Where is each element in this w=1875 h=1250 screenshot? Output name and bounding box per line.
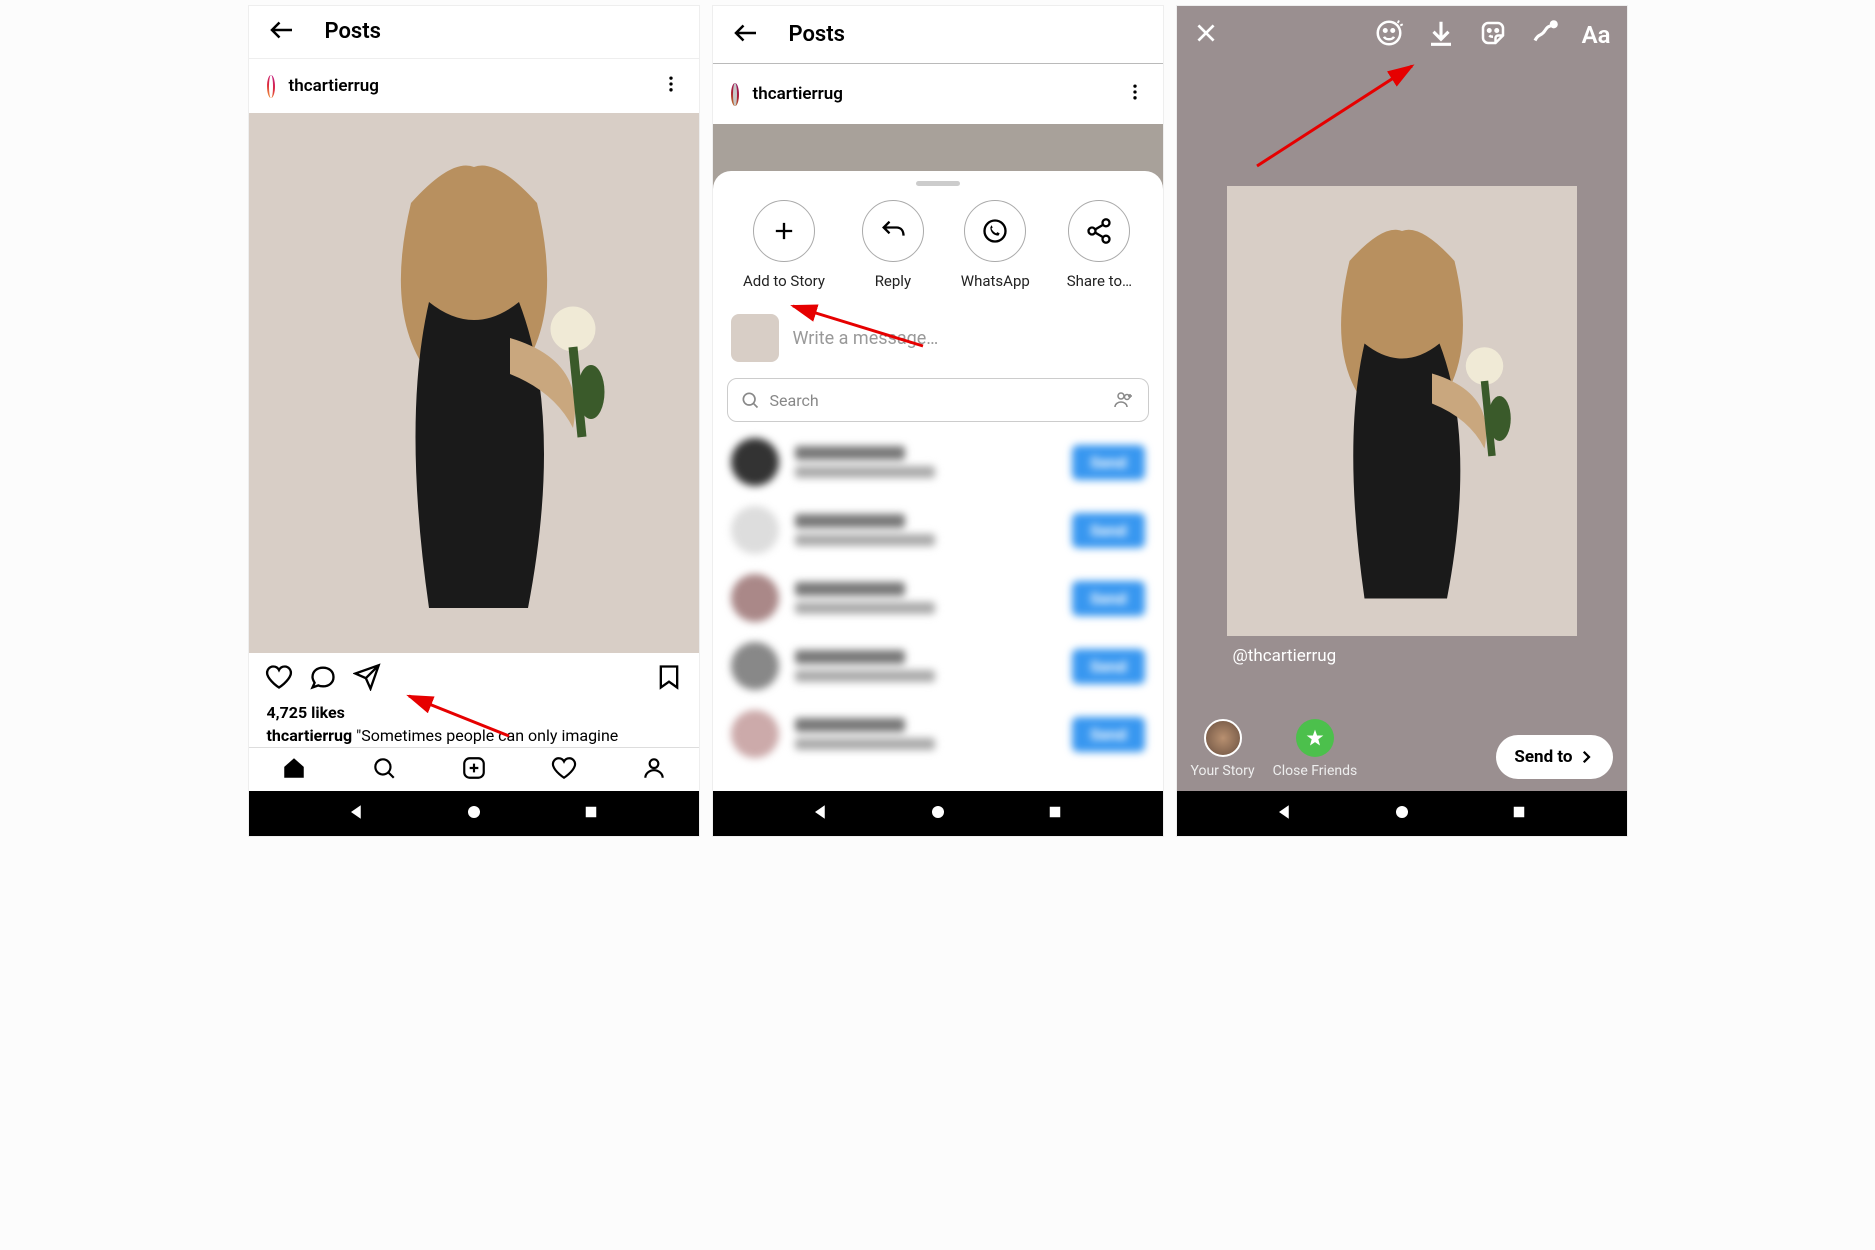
- search-input[interactable]: Search: [727, 378, 1149, 422]
- send-to-label: Send to: [1514, 747, 1572, 767]
- contacts-list: Send Send Send Send Send: [713, 422, 1163, 791]
- avatar[interactable]: [267, 75, 275, 98]
- caption-username[interactable]: thcartierrug: [267, 726, 353, 745]
- avatar: [731, 83, 739, 106]
- story-mention-tag[interactable]: @thcartierrug: [1233, 646, 1337, 666]
- share-icon[interactable]: [353, 663, 381, 695]
- reply-label: Reply: [875, 272, 911, 290]
- screen-share-sheet: Posts thcartierrug Add to Story Reply Wh…: [713, 6, 1163, 836]
- more-icon[interactable]: [661, 74, 681, 98]
- sheet-handle[interactable]: [916, 181, 960, 186]
- effects-icon[interactable]: [1374, 18, 1404, 52]
- send-to-button[interactable]: Send to: [1496, 735, 1612, 779]
- share-actions-row: Add to Story Reply WhatsApp Share to…: [713, 192, 1163, 304]
- nav-recents-icon[interactable]: [582, 803, 600, 825]
- whatsapp-button[interactable]: WhatsApp: [961, 200, 1030, 290]
- close-icon[interactable]: [1193, 20, 1219, 50]
- nav-back-icon[interactable]: [812, 803, 830, 825]
- add-to-story-button[interactable]: Add to Story: [743, 200, 825, 290]
- nav-home-icon[interactable]: [929, 803, 947, 825]
- share-sheet: Add to Story Reply WhatsApp Share to… Wr…: [713, 171, 1163, 791]
- contact-row[interactable]: Send: [713, 632, 1163, 700]
- chevron-right-icon: [1577, 748, 1595, 766]
- share-to-button[interactable]: Share to…: [1067, 200, 1132, 290]
- post-header: thcartierrug: [713, 64, 1163, 124]
- send-button[interactable]: Send: [1072, 649, 1144, 684]
- story-bottom-bar: Your Story Close Friends Send to: [1177, 719, 1627, 779]
- like-icon[interactable]: [265, 663, 293, 695]
- send-button[interactable]: Send: [1072, 581, 1144, 616]
- screen-post-view: Posts thcartierrug 4,725 likes thcartier…: [249, 6, 699, 836]
- your-story-button[interactable]: Your Story: [1191, 719, 1255, 779]
- back-icon[interactable]: [267, 15, 297, 49]
- story-toolbar: Aa: [1193, 18, 1611, 52]
- post-caption: thcartierrug "Sometimes people can only …: [249, 724, 699, 747]
- bookmark-icon[interactable]: [655, 663, 683, 695]
- nav-home-icon[interactable]: [1393, 803, 1411, 825]
- share-to-label: Share to…: [1067, 272, 1132, 290]
- page-title: Posts: [325, 19, 381, 44]
- contact-row[interactable]: Send: [713, 428, 1163, 496]
- add-to-story-label: Add to Story: [743, 272, 825, 290]
- username: thcartierrug: [753, 84, 1111, 104]
- activity-icon[interactable]: [551, 755, 577, 785]
- search-placeholder: Search: [770, 391, 1102, 410]
- post-image[interactable]: [249, 113, 699, 653]
- android-navbar: [1177, 791, 1627, 836]
- username[interactable]: thcartierrug: [289, 76, 647, 96]
- screen-story-editor: Aa @thcartierrug Your Story Close F: [1177, 6, 1627, 836]
- contact-row[interactable]: Send: [713, 496, 1163, 564]
- post-header: thcartierrug: [249, 59, 699, 114]
- add-post-icon[interactable]: [461, 755, 487, 785]
- story-canvas[interactable]: Aa @thcartierrug Your Story Close F: [1177, 6, 1627, 791]
- draw-icon[interactable]: [1530, 18, 1560, 52]
- post-actions: [249, 653, 699, 701]
- contact-row[interactable]: Send: [713, 700, 1163, 768]
- nav-home-icon[interactable]: [465, 803, 483, 825]
- android-navbar: [249, 791, 699, 836]
- send-button[interactable]: Send: [1072, 445, 1144, 480]
- search-icon: [740, 390, 760, 410]
- app-header: Posts: [249, 6, 699, 59]
- home-icon[interactable]: [281, 755, 307, 785]
- nav-back-icon[interactable]: [348, 803, 366, 825]
- text-tool[interactable]: Aa: [1582, 21, 1611, 49]
- page-title: Posts: [789, 22, 845, 47]
- more-icon: [1125, 82, 1145, 106]
- search-icon[interactable]: [371, 755, 397, 785]
- app-header: Posts: [713, 6, 1163, 64]
- likes-count[interactable]: 4,725 likes: [249, 701, 699, 724]
- contact-row[interactable]: Send: [713, 564, 1163, 632]
- android-navbar: [713, 791, 1163, 836]
- send-button[interactable]: Send: [1072, 717, 1144, 752]
- whatsapp-label: WhatsApp: [961, 272, 1030, 290]
- message-input[interactable]: Write a message…: [793, 328, 939, 349]
- sticker-icon[interactable]: [1478, 18, 1508, 52]
- message-thumbnail: [731, 314, 779, 362]
- back-icon[interactable]: [731, 18, 761, 52]
- nav-recents-icon[interactable]: [1046, 803, 1064, 825]
- nav-recents-icon[interactable]: [1510, 803, 1528, 825]
- send-button[interactable]: Send: [1072, 513, 1144, 548]
- close-friends-button[interactable]: Close Friends: [1273, 719, 1358, 779]
- reply-button[interactable]: Reply: [862, 200, 924, 290]
- caption-text: "Sometimes people can only imagine: [356, 726, 618, 745]
- download-icon[interactable]: [1426, 18, 1456, 52]
- close-friends-label: Close Friends: [1273, 763, 1358, 779]
- comment-icon[interactable]: [309, 663, 337, 695]
- message-row: Write a message…: [713, 304, 1163, 378]
- nav-back-icon[interactable]: [1276, 803, 1294, 825]
- story-image[interactable]: [1227, 186, 1577, 636]
- your-story-label: Your Story: [1191, 763, 1255, 779]
- profile-icon[interactable]: [641, 755, 667, 785]
- add-group-icon[interactable]: [1112, 388, 1136, 412]
- bottom-nav: [249, 747, 699, 791]
